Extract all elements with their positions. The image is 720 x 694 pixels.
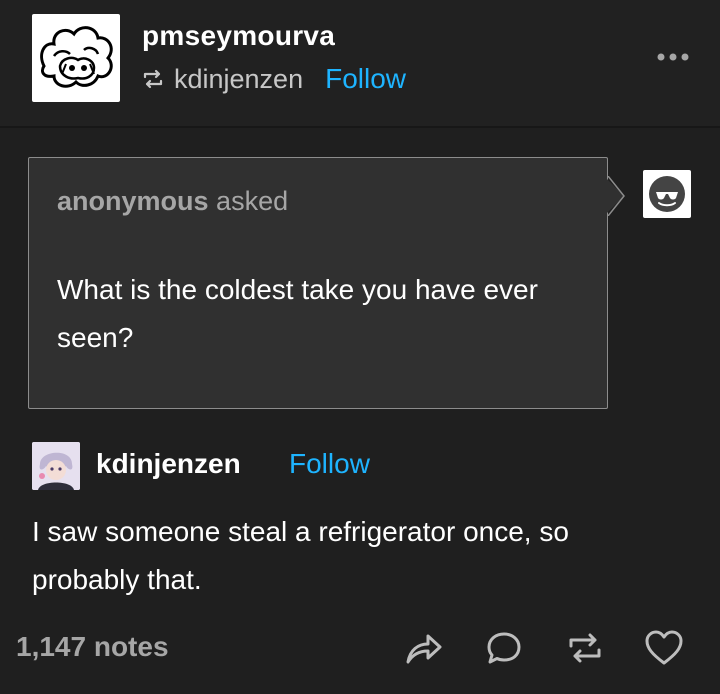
anonymous-avatar bbox=[643, 170, 691, 218]
answerer-avatar[interactable] bbox=[32, 442, 80, 490]
follow-answerer-button[interactable]: Follow bbox=[289, 448, 370, 480]
reblogged-from-username[interactable]: kdinjenzen bbox=[174, 64, 303, 95]
ask-bubble: anonymous asked What is the coldest take… bbox=[28, 157, 608, 409]
post-header: pmseymourva kdinjenzen Follow bbox=[0, 0, 720, 126]
more-options-icon[interactable] bbox=[655, 50, 691, 64]
share-icon[interactable] bbox=[402, 626, 446, 670]
answer-body: I saw someone steal a refrigerator once,… bbox=[32, 516, 569, 595]
asked-label: asked bbox=[216, 186, 289, 216]
blog-name[interactable]: pmseymourva bbox=[142, 20, 335, 52]
reblog-attribution: kdinjenzen Follow bbox=[140, 62, 406, 96]
reblog-small-icon bbox=[140, 66, 166, 92]
header-divider bbox=[0, 126, 720, 128]
reply-icon[interactable] bbox=[482, 626, 526, 670]
follow-button[interactable]: Follow bbox=[325, 63, 406, 95]
asker-name: anonymous bbox=[57, 186, 209, 216]
reblog-icon[interactable] bbox=[563, 626, 607, 670]
like-icon[interactable] bbox=[642, 626, 686, 670]
ask-attribution: anonymous asked bbox=[57, 186, 288, 217]
answerer-username[interactable]: kdinjenzen bbox=[96, 448, 241, 480]
blog-avatar[interactable] bbox=[32, 14, 120, 102]
ask-question: What is the coldest take you have ever s… bbox=[57, 274, 538, 353]
ask-bubble-pointer bbox=[604, 175, 628, 217]
notes-count[interactable]: 1,147 notes bbox=[16, 631, 169, 663]
